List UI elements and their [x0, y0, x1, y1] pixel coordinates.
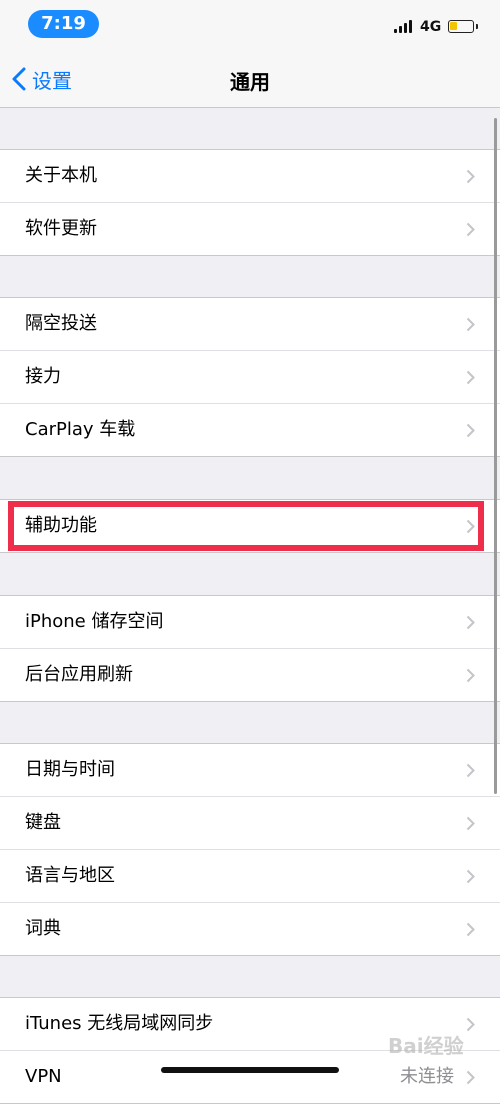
list-item-background-refresh[interactable]: 后台应用刷新 — [0, 648, 500, 701]
watermark: Bai经验 — [388, 1034, 464, 1058]
status-time[interactable]: 7:19 — [28, 10, 99, 38]
home-indicator[interactable] — [161, 1067, 339, 1073]
list-item-label: 接力 — [25, 366, 61, 387]
list-item-label: 辅助功能 — [25, 515, 97, 536]
list-item-handoff[interactable]: 接力 — [0, 350, 500, 403]
list-item-about[interactable]: 关于本机 — [0, 150, 500, 202]
chevron-right-icon — [466, 222, 475, 237]
list-item-label: 后台应用刷新 — [25, 664, 133, 685]
chevron-right-icon — [466, 423, 475, 438]
settings-group-locale: 日期与时间 键盘 语言与地区 词典 — [0, 743, 500, 956]
page-title: 通用 — [230, 70, 270, 94]
navigation-bar: 设置 通用 — [0, 50, 500, 108]
settings-group-sharing: 隔空投送 接力 CarPlay 车载 — [0, 297, 500, 457]
list-item-label: iPhone 储存空间 — [25, 611, 164, 632]
list-item-keyboard[interactable]: 键盘 — [0, 796, 500, 849]
list-item-label: 关于本机 — [25, 165, 97, 186]
list-item-label: 软件更新 — [25, 218, 97, 239]
status-bar: 7:19 4G — [0, 0, 500, 50]
signal-icon — [394, 20, 414, 33]
list-item-carplay[interactable]: CarPlay 车载 — [0, 403, 500, 456]
chevron-right-icon — [466, 169, 475, 184]
settings-group-accessibility: 辅助功能 — [0, 499, 500, 553]
list-item-accessibility[interactable]: 辅助功能 — [0, 500, 500, 552]
list-item-label: 日期与时间 — [25, 759, 115, 780]
settings-group-about: 关于本机 软件更新 — [0, 149, 500, 256]
chevron-right-icon — [466, 763, 475, 778]
chevron-right-icon — [466, 816, 475, 831]
battery-icon — [448, 20, 478, 33]
scroll-indicator — [494, 118, 497, 794]
list-item-label: iTunes 无线局域网同步 — [25, 1013, 214, 1034]
list-item-label: 隔空投送 — [25, 313, 97, 334]
list-item-label: VPN — [25, 1066, 62, 1087]
network-type: 4G — [420, 19, 442, 35]
chevron-right-icon — [466, 519, 475, 534]
list-item-iphone-storage[interactable]: iPhone 储存空间 — [0, 596, 500, 648]
chevron-right-icon — [466, 615, 475, 630]
list-item-dictionary[interactable]: 词典 — [0, 902, 500, 955]
chevron-right-icon — [466, 922, 475, 937]
list-item-language-region[interactable]: 语言与地区 — [0, 849, 500, 902]
list-item-label: 词典 — [25, 918, 61, 939]
chevron-right-icon — [466, 668, 475, 683]
list-item-date-time[interactable]: 日期与时间 — [0, 744, 500, 796]
list-item-label: 语言与地区 — [25, 865, 115, 886]
list-item-label: CarPlay 车载 — [25, 419, 136, 440]
list-item-airdrop[interactable]: 隔空投送 — [0, 298, 500, 350]
chevron-right-icon — [466, 869, 475, 884]
list-item-label: 键盘 — [25, 812, 61, 833]
chevron-right-icon — [466, 1017, 475, 1032]
chevron-right-icon — [466, 370, 475, 385]
list-item-software-update[interactable]: 软件更新 — [0, 202, 500, 255]
chevron-right-icon — [466, 317, 475, 332]
settings-group-storage: iPhone 储存空间 后台应用刷新 — [0, 595, 500, 702]
